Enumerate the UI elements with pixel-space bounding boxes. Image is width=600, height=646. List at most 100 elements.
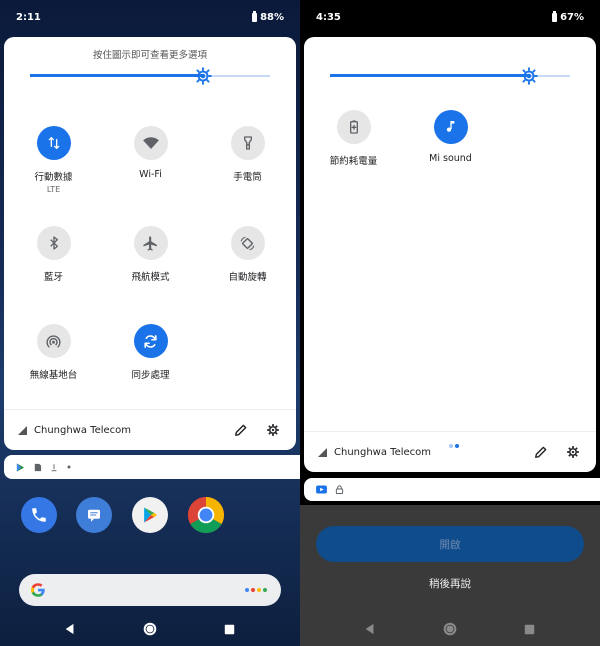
youtube-icon <box>316 485 327 494</box>
tile-mi-sound[interactable]: Mi sound <box>403 110 498 164</box>
tile-bluetooth[interactable]: 藍牙 <box>6 226 101 283</box>
tile-mobile-data[interactable]: 行動數據 LTE <box>6 126 101 194</box>
messages-app-icon[interactable] <box>76 497 112 533</box>
tile-circle <box>433 110 468 144</box>
tile-battery-saver[interactable]: 節約耗電量 <box>306 110 401 167</box>
quick-settings-footer: Chunghwa Telecom <box>304 431 596 472</box>
phone-app-icon[interactable] <box>21 497 57 533</box>
battery-indicator: 88% <box>252 11 284 23</box>
signal-icon <box>18 425 27 435</box>
recents-button[interactable] <box>222 622 236 636</box>
brightness-slider[interactable] <box>330 65 570 87</box>
recents-button[interactable] <box>522 622 536 636</box>
battery-percent: 88% <box>260 12 284 23</box>
tile-label: Wi-Fi <box>139 169 162 180</box>
navigation-bar <box>0 612 300 646</box>
battery-icon <box>252 11 258 22</box>
tile-label: 無線基地台 <box>29 370 78 381</box>
brightness-fill <box>30 74 203 77</box>
later-link[interactable]: 稍後再說 <box>300 576 600 591</box>
play-store-icon <box>16 462 25 472</box>
chrome-app-icon[interactable] <box>188 497 224 533</box>
carrier-name: Chunghwa Telecom <box>34 424 132 436</box>
notification-icons-bar[interactable] <box>4 455 300 479</box>
brightness-fill <box>330 74 530 77</box>
battery-icon <box>552 11 558 22</box>
home-button[interactable] <box>443 622 457 636</box>
tile-label: 同步處理 <box>131 370 170 381</box>
settings-button[interactable] <box>564 443 582 461</box>
sync-icon <box>144 334 157 348</box>
battery-percent: 67% <box>560 12 584 23</box>
tile-label: 藍牙 <box>43 272 63 283</box>
open-button[interactable]: 開啟 <box>316 526 584 562</box>
recents-icon <box>224 624 234 634</box>
bluetooth-icon <box>49 236 58 250</box>
sim-card-icon <box>34 463 42 471</box>
brightness-icon <box>520 67 538 85</box>
notification-icons-bar[interactable] <box>304 478 600 501</box>
brightness-thumb[interactable] <box>520 67 538 85</box>
pencil-icon <box>535 446 547 458</box>
music-note-icon <box>446 121 454 132</box>
hotspot-icon <box>46 334 61 348</box>
tile-auto-rotate[interactable]: 自動旋轉 <box>200 226 295 283</box>
tile-circle <box>133 324 168 358</box>
google-logo-icon <box>31 583 45 597</box>
tile-circle <box>36 324 71 358</box>
battery-saver-icon <box>349 120 358 134</box>
right-phone-screen: 開啟 稍後再說 4:35 67% 節約耗電量 Mi sound Chunghwa… <box>300 0 600 646</box>
tile-circle <box>230 226 265 260</box>
download-icon <box>51 463 57 471</box>
lock-icon <box>335 485 344 494</box>
quick-settings-panel: 按住圖示即可查看更多選項 行動數據 LTE Wi-Fi 手電筒 藍牙 飛航模式 … <box>4 37 296 450</box>
tile-circle <box>230 126 265 160</box>
back-icon <box>365 623 374 635</box>
home-icon <box>143 622 157 636</box>
tile-flashlight[interactable]: 手電筒 <box>200 126 295 183</box>
signal-icon <box>318 447 327 457</box>
brightness-thumb[interactable] <box>193 67 212 85</box>
brightness-slider[interactable] <box>30 65 270 87</box>
mobile-data-icon <box>48 137 59 149</box>
gear-icon <box>567 446 579 458</box>
tile-label: 自動旋轉 <box>228 272 267 283</box>
home-icon <box>443 622 457 636</box>
home-button[interactable] <box>143 622 157 636</box>
tile-label: Mi sound <box>429 153 472 164</box>
flashlight-icon <box>243 136 252 150</box>
tile-label: 節約耗電量 <box>329 156 378 167</box>
edit-button[interactable] <box>532 443 550 461</box>
brightness-icon <box>193 67 212 85</box>
tile-label: 行動數據 <box>34 172 73 183</box>
tile-airplane-mode[interactable]: 飛航模式 <box>103 226 198 283</box>
tile-circle <box>36 126 71 160</box>
back-button[interactable] <box>363 622 377 636</box>
settings-button[interactable] <box>264 421 282 439</box>
carrier-name: Chunghwa Telecom <box>334 446 432 458</box>
back-button[interactable] <box>63 622 77 636</box>
tile-sublabel: LTE <box>46 185 61 194</box>
wifi-icon <box>142 137 159 149</box>
play-store-app-icon[interactable] <box>132 497 168 533</box>
auto-rotate-icon <box>240 236 255 250</box>
google-search-bar[interactable] <box>19 574 281 606</box>
status-bar: 2:11 88% <box>0 0 300 34</box>
gear-icon <box>267 424 279 436</box>
airplane-icon <box>143 235 157 251</box>
tile-circle <box>336 110 371 144</box>
hint-text: 按住圖示即可查看更多選項 <box>92 50 207 61</box>
assistant-mic-icon[interactable] <box>245 588 267 592</box>
pencil-icon <box>235 424 247 436</box>
tile-sync[interactable]: 同步處理 <box>103 324 198 381</box>
tile-label: 飛航模式 <box>131 272 170 283</box>
tile-circle <box>133 126 168 160</box>
recents-icon <box>524 624 534 634</box>
quick-settings-panel: 節約耗電量 Mi sound Chunghwa Telecom <box>304 37 596 472</box>
back-icon <box>65 623 74 635</box>
tile-hotspot[interactable]: 無線基地台 <box>6 324 101 381</box>
tile-wifi[interactable]: Wi-Fi <box>103 126 198 180</box>
tile-circle <box>133 226 168 260</box>
left-phone-screen: 2:11 88% 按住圖示即可查看更多選項 行動數據 LTE Wi-Fi 手電筒… <box>0 0 300 646</box>
edit-button[interactable] <box>232 421 250 439</box>
